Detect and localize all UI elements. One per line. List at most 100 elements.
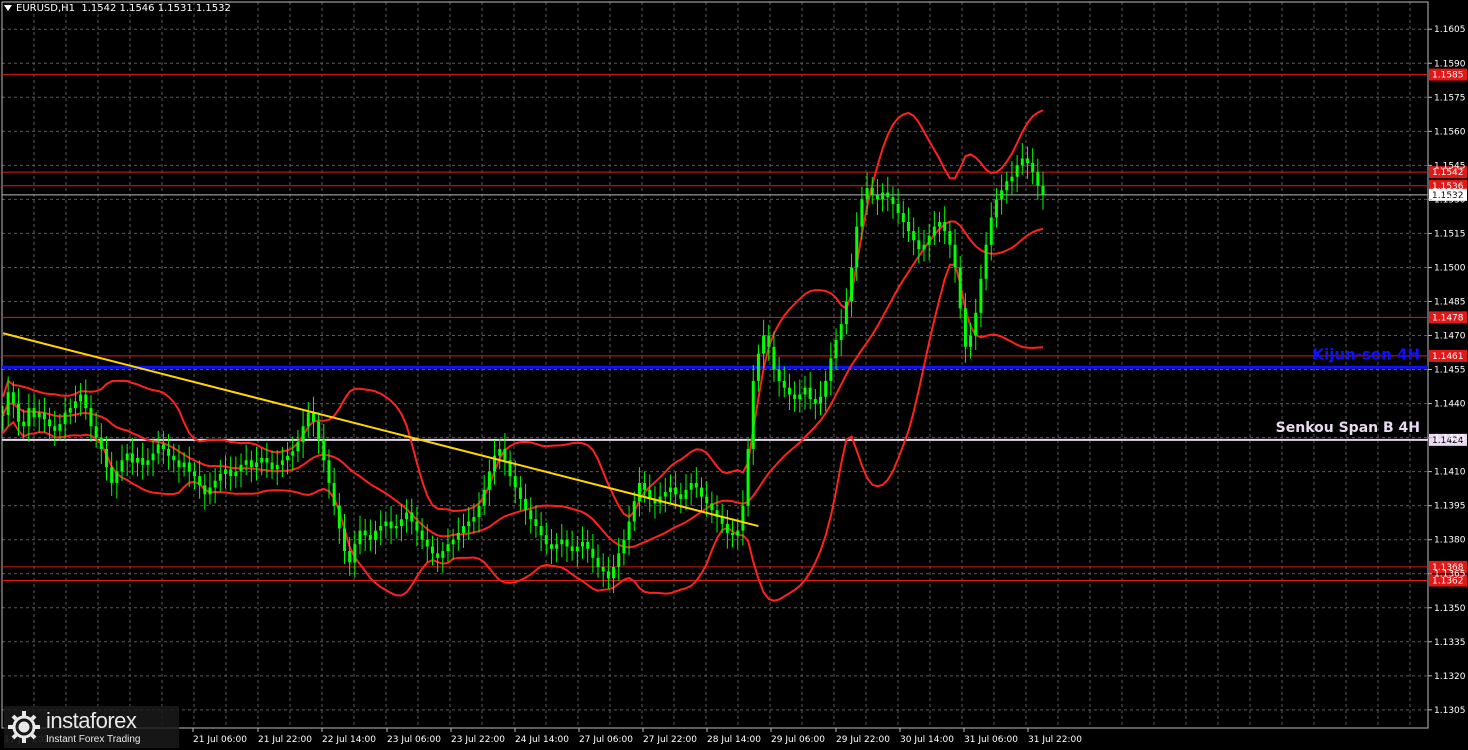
candle-body bbox=[513, 476, 517, 488]
y-tick-label: 1.1605 bbox=[1434, 25, 1466, 35]
dropdown-triangle-icon[interactable] bbox=[4, 5, 12, 11]
candle-body bbox=[591, 548, 595, 558]
candle-body bbox=[746, 448, 750, 506]
candle-body bbox=[612, 566, 616, 579]
candle-body bbox=[549, 544, 553, 549]
y-tick-label: 1.1395 bbox=[1434, 502, 1466, 512]
candle-body bbox=[850, 267, 854, 302]
candle-body bbox=[472, 517, 476, 522]
candle-body bbox=[229, 469, 233, 477]
candle-body bbox=[110, 467, 114, 483]
candle-body bbox=[912, 231, 916, 241]
y-tick-label: 1.1560 bbox=[1434, 127, 1466, 137]
candle-body bbox=[570, 546, 574, 552]
y-tick-label: 1.1485 bbox=[1434, 297, 1466, 307]
candle-body bbox=[989, 217, 993, 245]
candle-body bbox=[1005, 181, 1009, 191]
candle-body bbox=[348, 551, 352, 563]
candle-body bbox=[606, 571, 610, 579]
candle-body bbox=[394, 526, 398, 529]
candle-body bbox=[736, 530, 740, 536]
candle-body bbox=[332, 482, 336, 506]
candle-body bbox=[1, 414, 5, 416]
x-tick-label: 30 Jul 14:00 bbox=[900, 735, 954, 745]
candle-body bbox=[575, 546, 579, 552]
level-label: 1.1478 bbox=[1432, 313, 1464, 323]
candle-body bbox=[637, 482, 641, 502]
candle-body bbox=[808, 387, 812, 400]
candle-body bbox=[275, 464, 279, 470]
candle-body bbox=[296, 442, 300, 452]
candle-body bbox=[875, 194, 879, 200]
y-tick-label: 1.1350 bbox=[1434, 604, 1466, 614]
candle-body bbox=[379, 526, 383, 531]
candle-body bbox=[363, 530, 367, 536]
price-chart[interactable]: 1.15851.15421.15361.14781.14611.13681.13… bbox=[0, 0, 1468, 750]
candle-body bbox=[198, 476, 202, 486]
candle-body bbox=[146, 460, 150, 465]
candle-body bbox=[524, 498, 528, 511]
candle-body bbox=[539, 526, 543, 536]
candle-body bbox=[306, 412, 310, 427]
candle-body bbox=[358, 530, 362, 545]
candle-body bbox=[461, 526, 465, 533]
candle-body bbox=[192, 471, 196, 477]
candle-body bbox=[399, 519, 403, 527]
y-tick-label: 1.1500 bbox=[1434, 263, 1466, 273]
candle-body bbox=[834, 340, 838, 359]
candle-body bbox=[260, 458, 264, 463]
candle-body bbox=[586, 541, 590, 549]
candle-body bbox=[943, 222, 947, 232]
price-axis: 1.1605 1.1590 1.1575 1.1560 1.1545 1.1530 1.15… bbox=[1428, 25, 1466, 716]
x-tick-label: 22 Jul 14:00 bbox=[322, 735, 376, 745]
candle-body bbox=[1041, 185, 1045, 195]
candle-body bbox=[156, 444, 160, 454]
candle-body bbox=[286, 455, 290, 461]
candle-body bbox=[886, 192, 890, 198]
y-tick-label: 1.1425 bbox=[1434, 434, 1466, 444]
candle-body bbox=[420, 530, 424, 540]
candle-body bbox=[32, 408, 36, 418]
candle-body bbox=[120, 460, 124, 472]
candle-body bbox=[11, 392, 15, 404]
candle-body bbox=[855, 226, 859, 268]
candle-body bbox=[896, 203, 900, 213]
candle-body bbox=[518, 487, 522, 499]
candle-body bbox=[79, 394, 83, 402]
candle-body bbox=[177, 460, 181, 468]
candle-body bbox=[503, 448, 507, 461]
x-tick-label: 23 Jul 06:00 bbox=[387, 735, 441, 745]
candle-body bbox=[544, 535, 548, 545]
candle-body bbox=[27, 408, 31, 427]
candle-body bbox=[223, 469, 227, 474]
candle-body bbox=[317, 421, 321, 440]
candle-body bbox=[182, 462, 186, 468]
candle-body bbox=[684, 489, 688, 499]
candle-body bbox=[958, 267, 962, 309]
candle-body bbox=[813, 399, 817, 404]
candle-body bbox=[291, 451, 295, 456]
x-tick-label: 29 Jul 22:00 bbox=[836, 735, 890, 745]
x-tick-label: 23 Jul 22:00 bbox=[451, 735, 505, 745]
candle-body bbox=[48, 419, 52, 427]
candle-body bbox=[301, 426, 305, 443]
candle-body bbox=[125, 453, 129, 461]
candle-body bbox=[581, 541, 585, 547]
candle-body bbox=[115, 471, 119, 483]
candle-body bbox=[234, 471, 238, 477]
candle-body bbox=[368, 535, 372, 540]
x-tick-label: 27 Jul 22:00 bbox=[643, 735, 697, 745]
candle-body bbox=[901, 212, 905, 223]
candle-body bbox=[374, 530, 378, 540]
candle-body bbox=[824, 380, 828, 397]
candle-body bbox=[627, 521, 631, 540]
candle-body bbox=[565, 539, 569, 547]
candle-body bbox=[151, 453, 155, 461]
candle-body bbox=[787, 387, 791, 395]
candle-body bbox=[1025, 158, 1029, 164]
candle-body bbox=[446, 544, 450, 552]
candle-body bbox=[53, 426, 57, 431]
candle-body bbox=[622, 539, 626, 554]
y-tick-label: 1.1590 bbox=[1434, 59, 1466, 69]
candle-body bbox=[482, 489, 486, 506]
